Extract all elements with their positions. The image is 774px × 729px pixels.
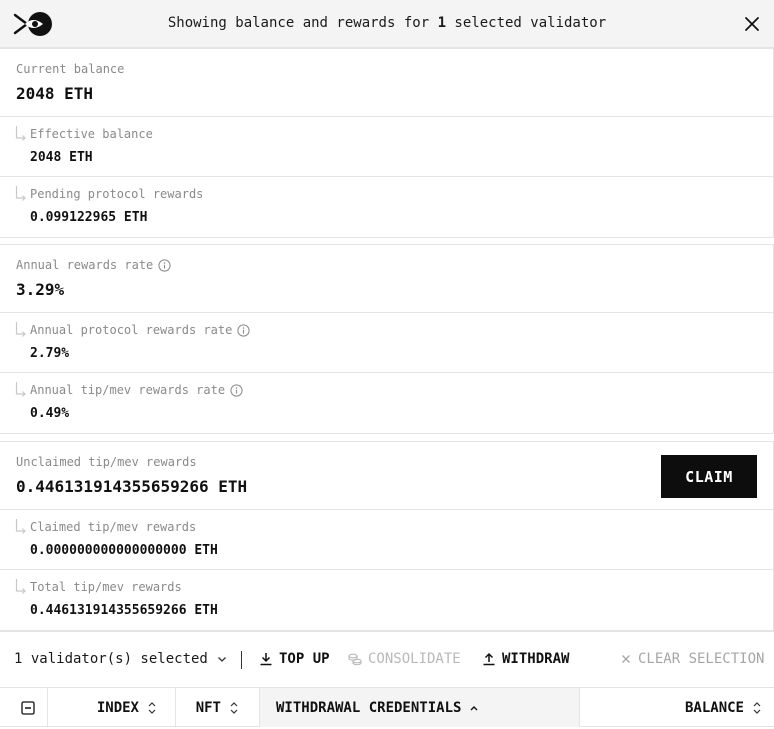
column-nft[interactable]: NFT bbox=[176, 688, 260, 727]
coins-icon bbox=[348, 653, 362, 666]
claim-button[interactable]: CLAIM bbox=[661, 455, 757, 498]
sub-item-arrow-icon bbox=[15, 382, 26, 397]
consolidate-button[interactable]: CONSOLIDATE bbox=[348, 651, 461, 667]
pending-rewards-value: 0.099122965 ETH bbox=[30, 210, 148, 225]
upload-icon bbox=[483, 652, 495, 666]
column-nft-label: NFT bbox=[195, 699, 221, 716]
clear-selection-button[interactable]: CLEAR SELECTION bbox=[620, 651, 764, 667]
effective-balance-row: Effective balance 2048 ETH bbox=[0, 117, 773, 177]
clear-selection-label: CLEAR SELECTION bbox=[638, 651, 765, 667]
unclaimed-rewards-value: 0.446131914355659266 ETH bbox=[16, 477, 248, 496]
column-withdrawal-credentials-label: WITHDRAWAL CREDENTIALS bbox=[276, 699, 462, 716]
current-balance-row: Current balance 2048 ETH bbox=[0, 49, 773, 117]
pending-rewards-row: Pending protocol rewards 0.099122965 ETH bbox=[0, 177, 773, 237]
protocol-rate-label-wrap: Annual protocol rewards rate bbox=[30, 323, 250, 337]
chevron-down-icon bbox=[217, 657, 226, 662]
annual-rate-row: Annual rewards rate 3.29% bbox=[0, 245, 773, 313]
annual-rate-label: Annual rewards rate bbox=[16, 258, 154, 272]
top-up-button[interactable]: TOP UP bbox=[259, 651, 330, 667]
column-index-label: INDEX bbox=[96, 699, 139, 716]
current-balance-label: Current balance bbox=[16, 62, 125, 76]
total-rewards-row: Total tip/mev rewards 0.4461319143556592… bbox=[0, 570, 773, 630]
annual-rate-label-wrap: Annual rewards rate bbox=[16, 258, 171, 272]
column-balance-label: BALANCE bbox=[684, 699, 744, 716]
current-balance-value: 2048 ETH bbox=[16, 84, 94, 103]
protocol-rate-label: Annual protocol rewards rate bbox=[30, 323, 233, 337]
top-up-label: TOP UP bbox=[279, 651, 330, 667]
close-icon bbox=[622, 655, 630, 663]
unclaimed-rewards-row: Unclaimed tip/mev rewards 0.446131914355… bbox=[0, 442, 773, 510]
sub-item-arrow-icon bbox=[15, 186, 26, 201]
column-index[interactable]: INDEX bbox=[48, 688, 176, 727]
select-all-checkbox-icon[interactable] bbox=[20, 700, 35, 715]
sub-item-arrow-icon bbox=[15, 579, 26, 594]
protocol-rate-value: 2.79% bbox=[30, 346, 70, 361]
selection-dropdown[interactable]: 1 validator(s) selected bbox=[14, 651, 228, 667]
total-rewards-label: Total tip/mev rewards bbox=[30, 580, 182, 594]
sort-icon bbox=[753, 701, 761, 714]
selected-count: 1 bbox=[437, 15, 446, 31]
selection-label: 1 validator(s) selected bbox=[14, 651, 208, 667]
tipmev-section: Unclaimed tip/mev rewards 0.446131914355… bbox=[0, 441, 774, 631]
claimed-rewards-row: Claimed tip/mev rewards 0.00000000000000… bbox=[0, 510, 773, 570]
rates-section: Annual rewards rate 3.29% Annual protoco… bbox=[0, 244, 774, 434]
unclaimed-rewards-label: Unclaimed tip/mev rewards bbox=[16, 455, 197, 469]
consolidate-label: CONSOLIDATE bbox=[368, 651, 461, 667]
sub-item-arrow-icon bbox=[15, 126, 26, 141]
info-icon[interactable] bbox=[230, 383, 243, 397]
annual-rate-value: 3.29% bbox=[16, 280, 65, 299]
close-icon[interactable] bbox=[741, 13, 763, 35]
tipmev-rate-value: 0.49% bbox=[30, 406, 70, 421]
effective-balance-label: Effective balance bbox=[30, 127, 153, 141]
withdraw-label: WITHDRAW bbox=[502, 651, 570, 667]
tipmev-rate-row: Annual tip/mev rewards rate 0.49% bbox=[0, 373, 773, 433]
info-icon[interactable] bbox=[237, 323, 250, 337]
tipmev-rate-label-wrap: Annual tip/mev rewards rate bbox=[30, 383, 243, 397]
total-rewards-value: 0.446131914355659266 ETH bbox=[30, 603, 218, 618]
sub-item-arrow-icon bbox=[15, 519, 26, 534]
tipmev-rate-label: Annual tip/mev rewards rate bbox=[30, 383, 226, 397]
download-icon bbox=[260, 653, 272, 666]
action-toolbar: 1 validator(s) selected TOP UP CONSOLIDA… bbox=[0, 631, 774, 687]
select-all-cell bbox=[0, 688, 48, 727]
sort-ascending-icon bbox=[470, 705, 478, 710]
balance-section: Current balance 2048 ETH Effective balan… bbox=[0, 48, 774, 238]
column-balance[interactable]: BALANCE bbox=[580, 688, 774, 727]
withdraw-button[interactable]: WITHDRAW bbox=[482, 651, 569, 667]
claimed-rewards-label: Claimed tip/mev rewards bbox=[30, 520, 197, 534]
validators-table-header: INDEX NFT WITHDRAWAL CREDENTIALS BALANCE bbox=[0, 687, 774, 727]
sub-item-arrow-icon bbox=[15, 322, 26, 337]
sort-icon bbox=[230, 701, 238, 714]
header-title: Showing balance and rewards for 1 select… bbox=[167, 15, 607, 31]
pending-rewards-label: Pending protocol rewards bbox=[30, 187, 204, 201]
toolbar-divider bbox=[241, 651, 242, 669]
modal-header: Showing balance and rewards for 1 select… bbox=[0, 0, 774, 48]
column-withdrawal-credentials[interactable]: WITHDRAWAL CREDENTIALS bbox=[260, 688, 580, 727]
effective-balance-value: 2048 ETH bbox=[30, 150, 93, 165]
info-icon[interactable] bbox=[158, 258, 171, 272]
claimed-rewards-value: 0.000000000000000000 ETH bbox=[30, 543, 218, 558]
protocol-rate-row: Annual protocol rewards rate 2.79% bbox=[0, 313, 773, 373]
sort-icon bbox=[148, 701, 156, 714]
